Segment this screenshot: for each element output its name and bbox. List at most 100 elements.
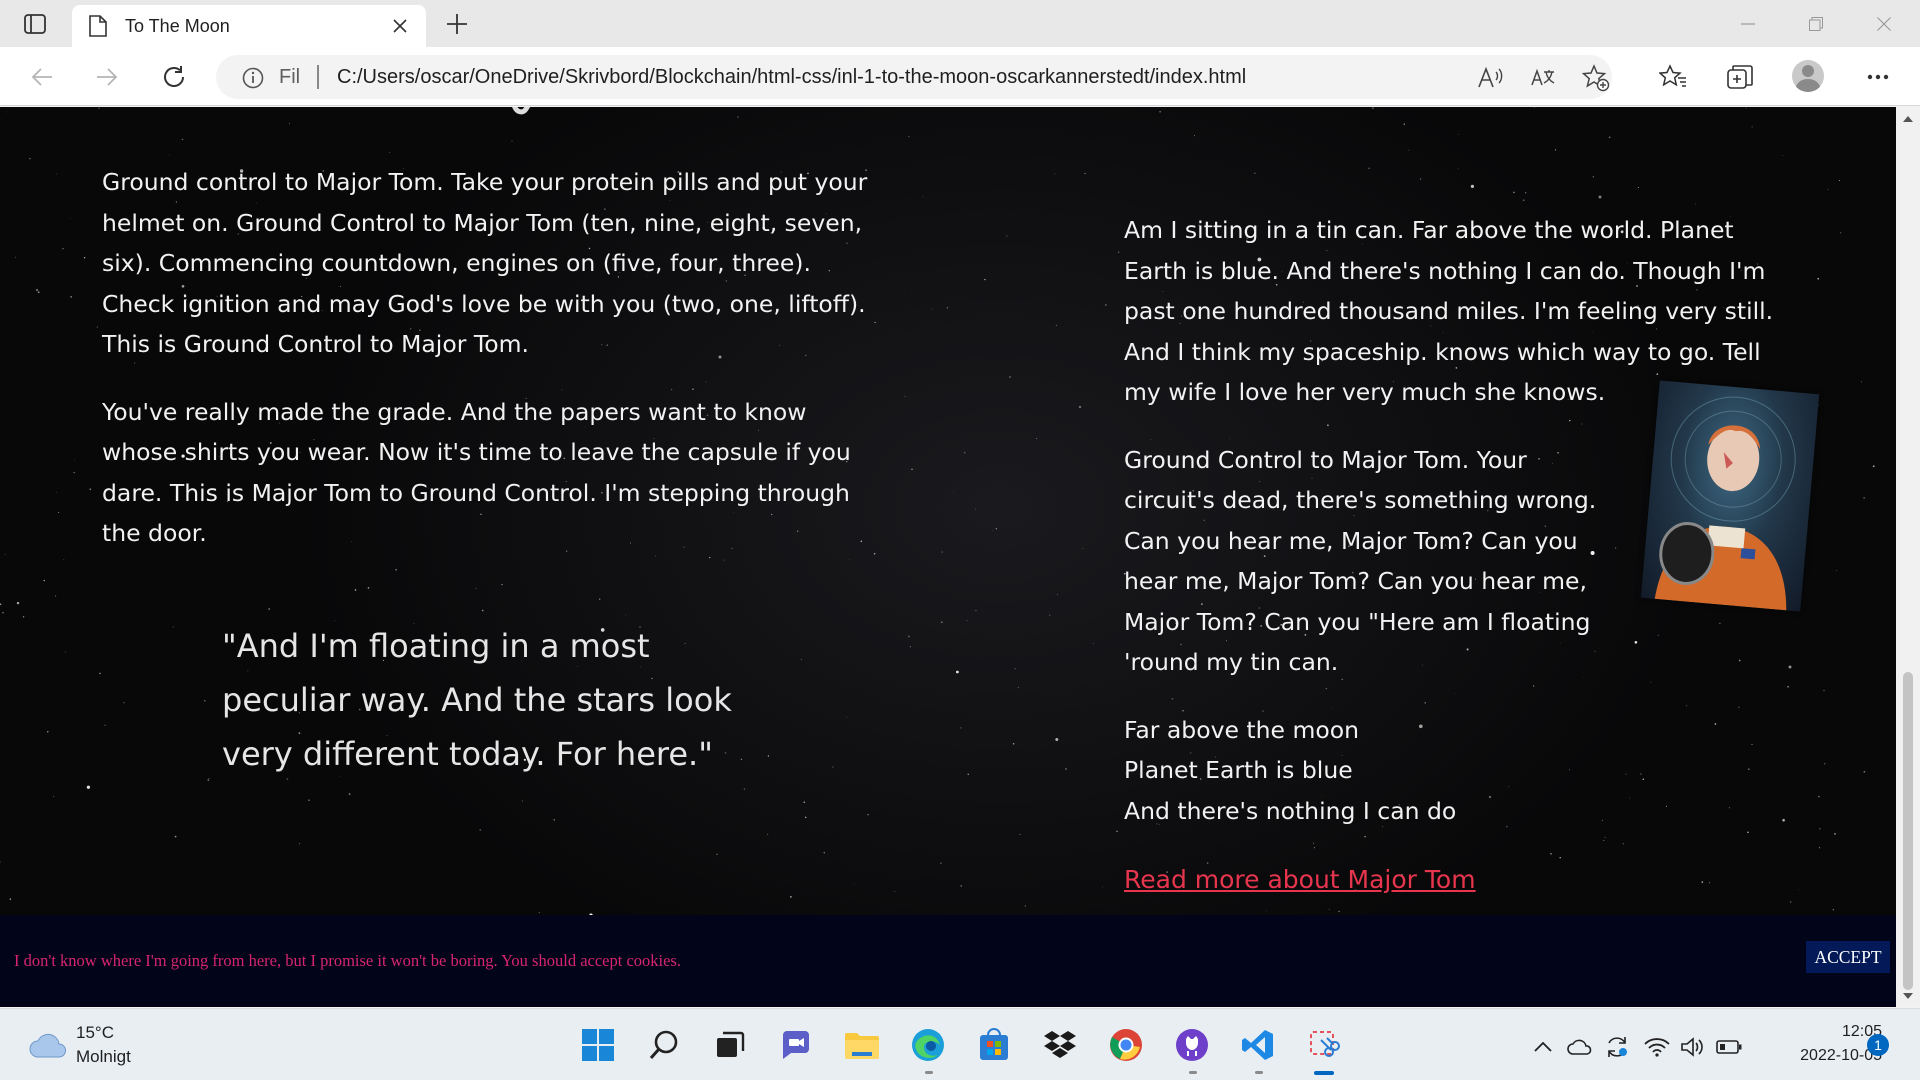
browser-tab[interactable]: To The Moon [72, 5, 426, 47]
star [1782, 155, 1784, 156]
address-bar: Fil C:/Users/oscar/OneDrive/Skrivbord/Bl… [0, 47, 1920, 106]
weather-temperature[interactable]: 15°C [76, 1023, 114, 1043]
scroll-up-arrow-icon[interactable] [1902, 113, 1914, 125]
star [62, 247, 64, 250]
star [1457, 168, 1459, 170]
star [1102, 886, 1104, 888]
chat-button[interactable] [776, 1025, 816, 1065]
info-icon[interactable] [242, 67, 264, 89]
star [846, 716, 848, 718]
star [960, 885, 963, 887]
add-favorite-button[interactable] [1582, 64, 1610, 92]
refresh-button[interactable] [156, 59, 192, 95]
dropbox-button[interactable] [1040, 1025, 1080, 1065]
star [181, 138, 184, 141]
star [716, 853, 718, 855]
url-bar[interactable]: Fil C:/Users/oscar/OneDrive/Skrivbord/Bl… [216, 55, 1612, 99]
star [1458, 133, 1459, 135]
chrome-button[interactable] [1106, 1025, 1146, 1065]
window-close-icon [1877, 17, 1891, 31]
store-button[interactable] [974, 1025, 1014, 1065]
star [56, 173, 57, 175]
star [767, 833, 769, 835]
wifi-icon [1644, 1038, 1670, 1057]
star [1823, 689, 1825, 692]
wifi-button[interactable] [1644, 1035, 1670, 1059]
star [975, 609, 977, 612]
task-view-button[interactable] [710, 1025, 750, 1065]
star [521, 800, 523, 802]
star [1253, 172, 1256, 175]
star [1093, 643, 1094, 644]
weather-description[interactable]: Molnigt [76, 1047, 131, 1067]
star [909, 646, 911, 648]
star [984, 278, 986, 281]
battery-button[interactable] [1716, 1035, 1742, 1059]
tab-close-button[interactable] [388, 14, 412, 38]
star [599, 598, 601, 600]
star [1082, 547, 1084, 549]
translate-button[interactable] [1529, 64, 1557, 92]
star [22, 616, 25, 618]
scroll-down-arrow-icon[interactable] [1902, 990, 1914, 1002]
star [168, 154, 170, 156]
star [475, 587, 477, 589]
battery-icon [1716, 1040, 1742, 1054]
scrollbar-thumb[interactable] [1903, 672, 1913, 990]
star [966, 620, 968, 621]
paragraph-grade: You've really made the grade. And the pa… [102, 397, 851, 548]
page-scrollbar[interactable] [1896, 107, 1920, 1007]
star [1116, 830, 1118, 833]
active-app-indicator [1314, 1071, 1334, 1075]
star [0, 861, 1, 863]
star [1863, 497, 1865, 499]
github-desktop-button[interactable] [1172, 1025, 1212, 1065]
start-button[interactable] [578, 1025, 618, 1065]
settings-more-button[interactable] [1860, 59, 1896, 95]
window-close-button[interactable] [1862, 8, 1906, 40]
search-button[interactable] [644, 1025, 684, 1065]
new-tab-button[interactable] [441, 8, 473, 40]
star [803, 801, 806, 804]
star [69, 218, 71, 219]
profile-avatar[interactable] [1792, 60, 1824, 92]
sync-button[interactable] [1604, 1035, 1630, 1059]
minimize-button[interactable] [1726, 8, 1770, 40]
show-hidden-icons-button[interactable] [1530, 1035, 1556, 1059]
forward-button[interactable] [89, 59, 125, 95]
star [367, 587, 370, 589]
vscode-button[interactable] [1238, 1025, 1278, 1065]
star [1408, 149, 1410, 151]
star [96, 326, 98, 328]
notification-badge[interactable]: 1 [1867, 1034, 1889, 1056]
restore-button[interactable] [1794, 8, 1838, 40]
star [7, 111, 9, 113]
star [1839, 232, 1842, 234]
star [1036, 437, 1038, 440]
star [63, 558, 65, 560]
tab-actions-button[interactable] [20, 10, 50, 38]
lyric-line: Planet Earth is blue [1124, 756, 1353, 784]
star [975, 508, 976, 510]
read-more-link[interactable]: Read more about Major Tom [1124, 860, 1476, 901]
edge-button[interactable] [908, 1025, 948, 1065]
clock-date[interactable]: 2022-10-05 [1762, 1047, 1882, 1065]
star [104, 724, 106, 727]
star [1057, 594, 1058, 595]
paragraph-tin-can: Am I sitting in a tin can. Far above the… [1124, 216, 1774, 406]
star [1818, 795, 1820, 798]
onedrive-button[interactable] [1567, 1035, 1593, 1059]
cloud-icon[interactable] [28, 1031, 68, 1061]
file-explorer-button[interactable] [842, 1025, 882, 1065]
snipping-tool-button[interactable] [1304, 1025, 1344, 1065]
accept-cookies-button[interactable]: ACCEPT [1806, 941, 1890, 973]
favorites-button[interactable] [1655, 59, 1691, 95]
star [908, 136, 910, 138]
read-aloud-button[interactable] [1476, 64, 1504, 92]
back-button[interactable] [24, 59, 60, 95]
volume-button[interactable] [1679, 1035, 1705, 1059]
collections-button[interactable] [1722, 59, 1758, 95]
star [1819, 827, 1821, 830]
star [1403, 123, 1405, 125]
url-text[interactable]: C:/Users/oscar/OneDrive/Skrivbord/Blockc… [337, 66, 1246, 89]
